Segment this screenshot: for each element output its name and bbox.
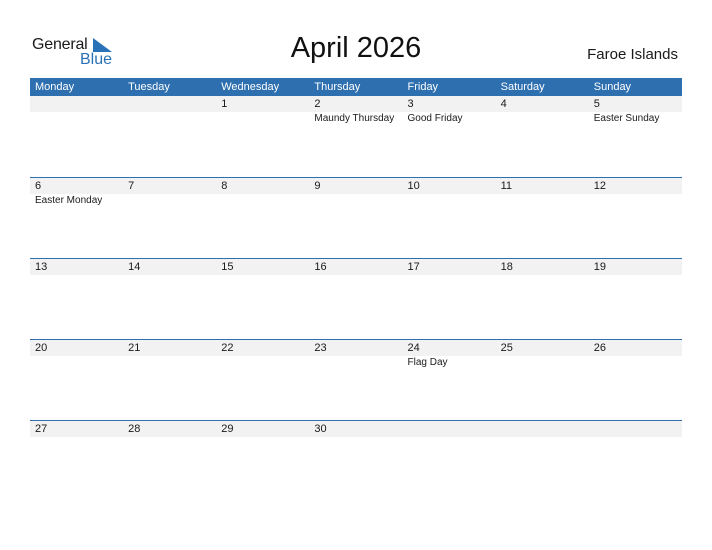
day-number: 4 [500, 98, 507, 110]
day-cell: 12 [589, 178, 682, 258]
day-number: 8 [221, 180, 228, 192]
day-number: 16 [314, 261, 327, 273]
day-number [594, 421, 682, 437]
holiday-label: Easter Monday [35, 195, 103, 206]
day-cell: 9 [309, 178, 402, 258]
weekday-thursday: Thursday [314, 81, 361, 93]
day-cell: 10 [403, 178, 496, 258]
day-cell: 3 Good Friday [403, 96, 496, 176]
day-number: 20 [35, 342, 48, 354]
day-cell: 14 [123, 259, 216, 339]
day-cell: 26 [589, 340, 682, 420]
day-number: 13 [35, 261, 48, 273]
day-cell: 7 [123, 178, 216, 258]
day-cell: 25 [496, 340, 589, 420]
day-cell: 8 [216, 178, 309, 258]
day-cell: 22 [216, 340, 309, 420]
weekday-friday: Friday [407, 81, 439, 93]
day-number: 25 [500, 342, 513, 354]
day-number: 1 [221, 98, 228, 110]
day-number: 7 [128, 180, 135, 192]
day-cell: 30 [309, 421, 402, 501]
week-row: 20 21 22 23 24 Flag Day 25 26 [30, 339, 682, 420]
day-number: 15 [221, 261, 234, 273]
day-cell: 28 [123, 421, 216, 501]
week-row: 6 Easter Monday 7 8 9 10 11 12 [30, 177, 682, 258]
weekday-tuesday: Tuesday [128, 81, 170, 93]
day-cell [123, 96, 216, 176]
country-label: Faroe Islands [587, 46, 678, 63]
week-cells: 6 Easter Monday 7 8 9 10 11 12 [30, 178, 682, 258]
day-cell: 17 [403, 259, 496, 339]
day-number [35, 96, 123, 112]
day-number: 5 [593, 98, 600, 110]
week-row: 13 14 15 16 17 18 19 [30, 258, 682, 339]
weekday-sunday: Sunday [593, 81, 632, 93]
day-number [408, 421, 496, 437]
day-number: 24 [407, 342, 420, 354]
day-cell [403, 421, 496, 501]
day-cell: 16 [309, 259, 402, 339]
day-number: 19 [593, 261, 606, 273]
day-cell: 5 Easter Sunday [589, 96, 682, 176]
day-number: 26 [593, 342, 606, 354]
day-cell: 20 [30, 340, 123, 420]
day-number: 14 [128, 261, 141, 273]
day-number: 12 [593, 180, 606, 192]
day-number: 21 [128, 342, 141, 354]
holiday-label: Flag Day [407, 357, 448, 368]
day-cell: 15 [216, 259, 309, 339]
day-cell: 11 [496, 178, 589, 258]
week-row: 1 2 Maundy Thursday 3 Good Friday 4 5 Easter Su… [30, 96, 682, 177]
day-cell: 19 [589, 259, 682, 339]
day-number [501, 421, 589, 437]
week-cells: 27 28 29 30 [30, 421, 682, 501]
week-row: 27 28 29 30 [30, 420, 682, 501]
day-cell [589, 421, 682, 501]
day-number: 22 [221, 342, 234, 354]
day-number: 30 [314, 423, 327, 435]
week-cells: 20 21 22 23 24 Flag Day 25 26 [30, 340, 682, 420]
day-number: 17 [407, 261, 420, 273]
day-cell: 27 [30, 421, 123, 501]
week-cells: 13 14 15 16 17 18 19 [30, 259, 682, 339]
day-cell: 23 [309, 340, 402, 420]
day-number: 9 [314, 180, 321, 192]
day-number: 27 [35, 423, 48, 435]
day-cell: 6 Easter Monday [30, 178, 123, 258]
day-cell: 24 Flag Day [403, 340, 496, 420]
day-number [128, 96, 216, 112]
day-number: 11 [500, 180, 513, 192]
day-number: 23 [314, 342, 327, 354]
day-cell: 1 [216, 96, 309, 176]
weekday-header: Monday Tuesday Wednesday Thursday Friday… [30, 78, 682, 96]
day-number: 18 [500, 261, 513, 273]
day-number: 6 [35, 180, 42, 192]
weekday-wednesday: Wednesday [221, 81, 280, 93]
weekday-saturday: Saturday [500, 81, 545, 93]
day-cell: 21 [123, 340, 216, 420]
day-number: 29 [221, 423, 234, 435]
day-cell: 2 Maundy Thursday [309, 96, 402, 176]
day-number: 3 [407, 98, 414, 110]
holiday-label: Maundy Thursday [314, 113, 395, 124]
day-cell: 4 [496, 96, 589, 176]
week-cells: 1 2 Maundy Thursday 3 Good Friday 4 5 Easter Su… [30, 96, 682, 176]
day-number: 10 [407, 180, 420, 192]
day-number: 2 [314, 98, 321, 110]
day-cell: 18 [496, 259, 589, 339]
day-number: 28 [128, 423, 141, 435]
day-cell: 13 [30, 259, 123, 339]
weekday-monday: Monday [35, 81, 75, 93]
holiday-label: Easter Sunday [593, 113, 660, 124]
holiday-label: Good Friday [407, 113, 463, 124]
day-cell [30, 96, 123, 176]
day-cell: 29 [216, 421, 309, 501]
day-cell [496, 421, 589, 501]
